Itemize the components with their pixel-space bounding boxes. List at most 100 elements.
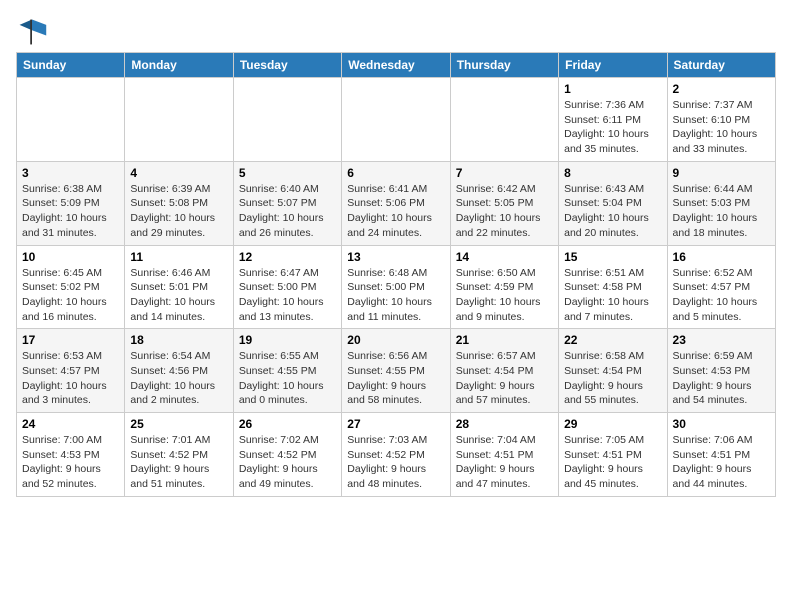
day-number: 13 [347,250,444,264]
day-info: Sunrise: 7:37 AMSunset: 6:10 PMDaylight:… [673,98,770,157]
day-number: 3 [22,166,119,180]
page-header [16,16,776,48]
day-info: Sunrise: 6:42 AMSunset: 5:05 PMDaylight:… [456,182,553,241]
day-info: Sunrise: 7:01 AMSunset: 4:52 PMDaylight:… [130,433,227,492]
day-number: 8 [564,166,661,180]
day-info: Sunrise: 6:48 AMSunset: 5:00 PMDaylight:… [347,266,444,325]
week-row-2: 3Sunrise: 6:38 AMSunset: 5:09 PMDaylight… [17,161,776,245]
day-header-sunday: Sunday [17,53,125,78]
day-number: 26 [239,417,336,431]
calendar-cell: 8 Sunrise: 6:43 AMSunset: 5:04 PMDaylight… [559,161,667,245]
day-number: 1 [564,82,661,96]
day-header-friday: Friday [559,53,667,78]
logo [16,16,52,48]
day-header-wednesday: Wednesday [342,53,450,78]
day-info: Sunrise: 7:00 AMSunset: 4:53 PMDaylight:… [22,433,119,492]
day-number: 9 [673,166,770,180]
day-number: 4 [130,166,227,180]
day-number: 30 [673,417,770,431]
day-number: 19 [239,333,336,347]
calendar-cell: 3Sunrise: 6:38 AMSunset: 5:09 PMDaylight… [17,161,125,245]
day-info: Sunrise: 6:52 AMSunset: 4:57 PMDaylight:… [673,266,770,325]
calendar-cell [450,78,558,162]
calendar-cell [233,78,341,162]
calendar-cell: 1Sunrise: 7:36 AMSunset: 6:11 PMDaylight… [559,78,667,162]
day-info: Sunrise: 6:51 AMSunset: 4:58 PMDaylight:… [564,266,661,325]
calendar-cell: 30 Sunrise: 7:06 AMSunset: 4:51 PMDayligh… [667,413,775,497]
calendar-cell: 14 Sunrise: 6:50 AMSunset: 4:59 PMDayligh… [450,245,558,329]
day-info: Sunrise: 7:05 AMSunset: 4:51 PMDaylight:… [564,433,661,492]
day-info: Sunrise: 6:59 AMSunset: 4:53 PMDaylight:… [673,349,770,408]
week-row-1: 1Sunrise: 7:36 AMSunset: 6:11 PMDaylight… [17,78,776,162]
day-number: 20 [347,333,444,347]
calendar-cell: 28 Sunrise: 7:04 AMSunset: 4:51 PMDayligh… [450,413,558,497]
day-header-monday: Monday [125,53,233,78]
day-info: Sunrise: 6:55 AMSunset: 4:55 PMDaylight:… [239,349,336,408]
day-info: Sunrise: 6:53 AMSunset: 4:57 PMDaylight:… [22,349,119,408]
calendar-cell: 25 Sunrise: 7:01 AMSunset: 4:52 PMDayligh… [125,413,233,497]
day-number: 15 [564,250,661,264]
calendar-cell: 19 Sunrise: 6:55 AMSunset: 4:55 PMDayligh… [233,329,341,413]
day-info: Sunrise: 7:02 AMSunset: 4:52 PMDaylight:… [239,433,336,492]
day-number: 27 [347,417,444,431]
day-header-tuesday: Tuesday [233,53,341,78]
calendar-cell: 9 Sunrise: 6:44 AMSunset: 5:03 PMDaylight… [667,161,775,245]
day-info: Sunrise: 6:39 AMSunset: 5:08 PMDaylight:… [130,182,227,241]
calendar-cell [17,78,125,162]
calendar-cell: 22 Sunrise: 6:58 AMSunset: 4:54 PMDayligh… [559,329,667,413]
day-number: 23 [673,333,770,347]
day-number: 25 [130,417,227,431]
day-info: Sunrise: 6:44 AMSunset: 5:03 PMDaylight:… [673,182,770,241]
calendar-cell: 16 Sunrise: 6:52 AMSunset: 4:57 PMDayligh… [667,245,775,329]
day-number: 11 [130,250,227,264]
day-number: 5 [239,166,336,180]
calendar-cell: 13 Sunrise: 6:48 AMSunset: 5:00 PMDayligh… [342,245,450,329]
calendar-cell: 29 Sunrise: 7:05 AMSunset: 4:51 PMDayligh… [559,413,667,497]
calendar-cell: 15 Sunrise: 6:51 AMSunset: 4:58 PMDayligh… [559,245,667,329]
week-row-5: 24 Sunrise: 7:00 AMSunset: 4:53 PMDayligh… [17,413,776,497]
day-number: 29 [564,417,661,431]
day-number: 18 [130,333,227,347]
day-info: Sunrise: 7:03 AMSunset: 4:52 PMDaylight:… [347,433,444,492]
day-number: 14 [456,250,553,264]
day-number: 16 [673,250,770,264]
day-number: 7 [456,166,553,180]
calendar-cell: 2 Sunrise: 7:37 AMSunset: 6:10 PMDaylight… [667,78,775,162]
calendar-cell: 23 Sunrise: 6:59 AMSunset: 4:53 PMDayligh… [667,329,775,413]
day-number: 6 [347,166,444,180]
calendar-cell: 12Sunrise: 6:47 AMSunset: 5:00 PMDayligh… [233,245,341,329]
week-row-4: 17Sunrise: 6:53 AMSunset: 4:57 PMDayligh… [17,329,776,413]
day-info: Sunrise: 6:45 AMSunset: 5:02 PMDaylight:… [22,266,119,325]
day-info: Sunrise: 6:54 AMSunset: 4:56 PMDaylight:… [130,349,227,408]
day-info: Sunrise: 6:41 AMSunset: 5:06 PMDaylight:… [347,182,444,241]
header-row: SundayMondayTuesdayWednesdayThursdayFrid… [17,53,776,78]
day-number: 2 [673,82,770,96]
calendar-cell: 20 Sunrise: 6:56 AMSunset: 4:55 PMDayligh… [342,329,450,413]
day-info: Sunrise: 7:06 AMSunset: 4:51 PMDaylight:… [673,433,770,492]
calendar-cell: 24 Sunrise: 7:00 AMSunset: 4:53 PMDayligh… [17,413,125,497]
day-number: 22 [564,333,661,347]
calendar-cell: 21Sunrise: 6:57 AMSunset: 4:54 PMDayligh… [450,329,558,413]
day-number: 28 [456,417,553,431]
day-info: Sunrise: 7:04 AMSunset: 4:51 PMDaylight:… [456,433,553,492]
logo-icon [16,16,48,48]
day-info: Sunrise: 6:50 AMSunset: 4:59 PMDaylight:… [456,266,553,325]
day-header-thursday: Thursday [450,53,558,78]
calendar-cell [342,78,450,162]
calendar-cell [125,78,233,162]
calendar-cell: 6 Sunrise: 6:41 AMSunset: 5:06 PMDaylight… [342,161,450,245]
day-info: Sunrise: 6:56 AMSunset: 4:55 PMDaylight:… [347,349,444,408]
day-number: 12 [239,250,336,264]
day-header-saturday: Saturday [667,53,775,78]
day-info: Sunrise: 6:43 AMSunset: 5:04 PMDaylight:… [564,182,661,241]
calendar-cell: 4 Sunrise: 6:39 AMSunset: 5:08 PMDaylight… [125,161,233,245]
calendar-cell: 26 Sunrise: 7:02 AMSunset: 4:52 PMDayligh… [233,413,341,497]
calendar-cell: 18 Sunrise: 6:54 AMSunset: 4:56 PMDayligh… [125,329,233,413]
day-info: Sunrise: 6:58 AMSunset: 4:54 PMDaylight:… [564,349,661,408]
day-number: 10 [22,250,119,264]
week-row-3: 10 Sunrise: 6:45 AMSunset: 5:02 PMDayligh… [17,245,776,329]
calendar-cell: 5Sunrise: 6:40 AMSunset: 5:07 PMDaylight… [233,161,341,245]
calendar-cell: 27 Sunrise: 7:03 AMSunset: 4:52 PMDayligh… [342,413,450,497]
day-number: 24 [22,417,119,431]
calendar-cell: 17Sunrise: 6:53 AMSunset: 4:57 PMDayligh… [17,329,125,413]
